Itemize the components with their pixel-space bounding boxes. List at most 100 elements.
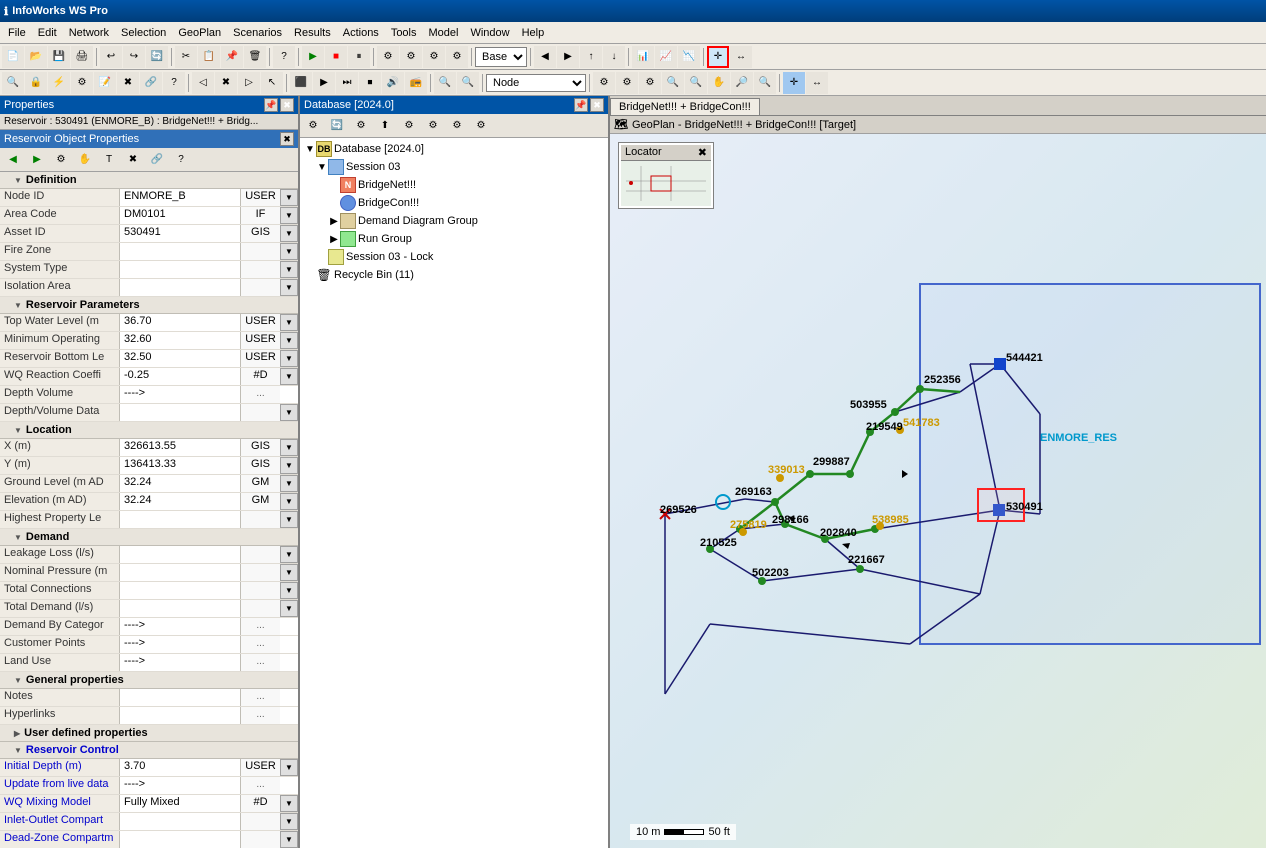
tb2-11[interactable]: ▷ <box>238 72 260 94</box>
prop-highest-prop-dd[interactable]: ▼ <box>280 511 298 528</box>
prop-tb-next[interactable]: ▶ <box>26 149 48 171</box>
tb-d3[interactable]: 📉 <box>678 46 700 68</box>
menu-geoplan[interactable]: GeoPlan <box>172 25 227 41</box>
prop-nom-press-dd[interactable]: ▼ <box>280 564 298 581</box>
tb-c1[interactable]: ◀ <box>534 46 556 68</box>
prop-tb-help[interactable]: ? <box>170 149 192 171</box>
tree-bridgenet[interactable]: N BridgeNet!!! <box>302 176 606 194</box>
prop-init-depth-dd[interactable]: ▼ <box>280 759 298 776</box>
tb2-9[interactable]: ◁ <box>192 72 214 94</box>
prop-wq-reaction-dd[interactable]: ▼ <box>280 368 298 385</box>
menu-selection[interactable]: Selection <box>115 25 172 41</box>
tb2-4[interactable]: ⚙ <box>71 72 93 94</box>
tb-print[interactable]: 🖨 <box>71 46 93 68</box>
db-pin-btn[interactable]: 📌 <box>574 98 588 112</box>
tb2-6[interactable]: ✖ <box>117 72 139 94</box>
tb2-sel[interactable]: ↖ <box>261 72 283 94</box>
section-definition[interactable]: Definition <box>0 172 298 189</box>
tree-demand-expand[interactable]: ▶ <box>328 216 340 227</box>
tb2-3[interactable]: ⚡ <box>48 72 70 94</box>
prop-min-op-dd[interactable]: ▼ <box>280 332 298 349</box>
section-location[interactable]: Location <box>0 422 298 439</box>
prop-tb-prev[interactable]: ◀ <box>2 149 24 171</box>
tb2-16[interactable]: 🔊 <box>382 72 404 94</box>
base-combo[interactable]: Base <box>475 47 527 67</box>
prop-tb-hand[interactable]: ✋ <box>74 149 96 171</box>
prop-y-dd[interactable]: ▼ <box>280 457 298 474</box>
section-demand[interactable]: Demand <box>0 529 298 546</box>
prop-isolation-area-dd[interactable]: ▼ <box>280 279 298 296</box>
prop-wq-mixing-dd[interactable]: ▼ <box>280 795 298 812</box>
prop-x-dd[interactable]: ▼ <box>280 439 298 456</box>
tb2-7[interactable]: 🔗 <box>140 72 162 94</box>
tb-c2[interactable]: ▶ <box>557 46 579 68</box>
update-live-ellipsis[interactable]: ... <box>254 779 266 790</box>
tb-c4[interactable]: ↓ <box>603 46 625 68</box>
tb-stop[interactable]: ■ <box>325 46 347 68</box>
db-tb1[interactable]: ⚙ <box>302 115 324 137</box>
tree-demand-group[interactable]: ▶ Demand Diagram Group <box>302 212 606 230</box>
tb2-cursor2[interactable]: ✛ <box>783 72 805 94</box>
menu-file[interactable]: File <box>2 25 32 41</box>
tb-cursor-active[interactable]: ✛ <box>707 46 729 68</box>
tb-delete[interactable]: 🗑 <box>244 46 266 68</box>
tb2-25[interactable]: ✋ <box>708 72 730 94</box>
prop-inlet-outlet-dd[interactable]: ▼ <box>280 813 298 830</box>
tb2-17[interactable]: 📻 <box>405 72 427 94</box>
tb2-8[interactable]: ? <box>163 72 185 94</box>
tb-refresh[interactable]: 🔄 <box>146 46 168 68</box>
tb2-21[interactable]: ⚙ <box>616 72 638 94</box>
tb-b1[interactable]: ⚙ <box>377 46 399 68</box>
tree-db-root[interactable]: ▼ DB Database [2024.0] <box>302 140 606 158</box>
tb-d2[interactable]: 📈 <box>655 46 677 68</box>
tb-save[interactable]: 💾 <box>48 46 70 68</box>
section-user-defined[interactable]: User defined properties <box>0 725 298 742</box>
db-tb4[interactable]: ⬆ <box>374 115 396 137</box>
tb2-13[interactable]: ▶ <box>313 72 335 94</box>
menu-help[interactable]: Help <box>516 25 551 41</box>
tb-help[interactable]: ? <box>273 46 295 68</box>
tb-open[interactable]: 📂 <box>25 46 47 68</box>
tree-session03-expand[interactable]: ▼ <box>316 162 328 173</box>
prop-depth-vol-data-dd[interactable]: ▼ <box>280 404 298 421</box>
prop-asset-id-dd[interactable]: ▼ <box>280 225 298 242</box>
menu-edit[interactable]: Edit <box>32 25 63 41</box>
db-tb7[interactable]: ⚙ <box>446 115 468 137</box>
tb2-19[interactable]: 🔍 <box>457 72 479 94</box>
tb2-18[interactable]: 🔍 <box>434 72 456 94</box>
tb2-23[interactable]: 🔍 <box>662 72 684 94</box>
prop-node-id-dd[interactable]: ▼ <box>280 189 298 206</box>
prop-tb-3[interactable]: ⚙ <box>50 149 72 171</box>
section-general[interactable]: General properties <box>0 672 298 689</box>
prop-tb-link[interactable]: 🔗 <box>146 149 168 171</box>
prop-elevation-dd[interactable]: ▼ <box>280 493 298 510</box>
prop-total-demand-dd[interactable]: ▼ <box>280 600 298 617</box>
tree-db-expand[interactable]: ▼ <box>304 144 316 155</box>
prop-top-water-dd[interactable]: ▼ <box>280 314 298 331</box>
menu-scenarios[interactable]: Scenarios <box>227 25 288 41</box>
tb2-22[interactable]: ⚙ <box>639 72 661 94</box>
prop-ground-level-dd[interactable]: ▼ <box>280 475 298 492</box>
geomap-canvas[interactable]: 544421 252356 503955 541783 219549 29988… <box>610 134 1266 848</box>
depth-vol-ellipsis[interactable]: ... <box>254 388 266 399</box>
menu-actions[interactable]: Actions <box>337 25 385 41</box>
prop-dead-zone-dd[interactable]: ▼ <box>280 831 298 848</box>
tb2-20[interactable]: ⚙ <box>593 72 615 94</box>
menu-results[interactable]: Results <box>288 25 337 41</box>
tab-bridgenet[interactable]: BridgeNet!!! + BridgeCon!!! <box>610 98 760 115</box>
db-close-btn[interactable]: ✖ <box>590 98 604 112</box>
tree-run-group[interactable]: ▶ Run Group <box>302 230 606 248</box>
prop-tb-T[interactable]: T <box>98 149 120 171</box>
notes-ellipsis[interactable]: ... <box>254 691 266 702</box>
db-tb6[interactable]: ⚙ <box>422 115 444 137</box>
tb-b3[interactable]: ⚙ <box>423 46 445 68</box>
tb2-zoom-in[interactable]: 🔎 <box>731 72 753 94</box>
prop-fire-zone-dd[interactable]: ▼ <box>280 243 298 260</box>
menu-model[interactable]: Model <box>423 25 465 41</box>
cust-pts-ellipsis[interactable]: ... <box>254 638 266 649</box>
tree-session03-lock[interactable]: Session 03 - Lock <box>302 248 606 266</box>
db-tb2[interactable]: 🔄 <box>326 115 348 137</box>
tb2-5[interactable]: 📝 <box>94 72 116 94</box>
tb-b2[interactable]: ⚙ <box>400 46 422 68</box>
tb2-10[interactable]: ✖ <box>215 72 237 94</box>
